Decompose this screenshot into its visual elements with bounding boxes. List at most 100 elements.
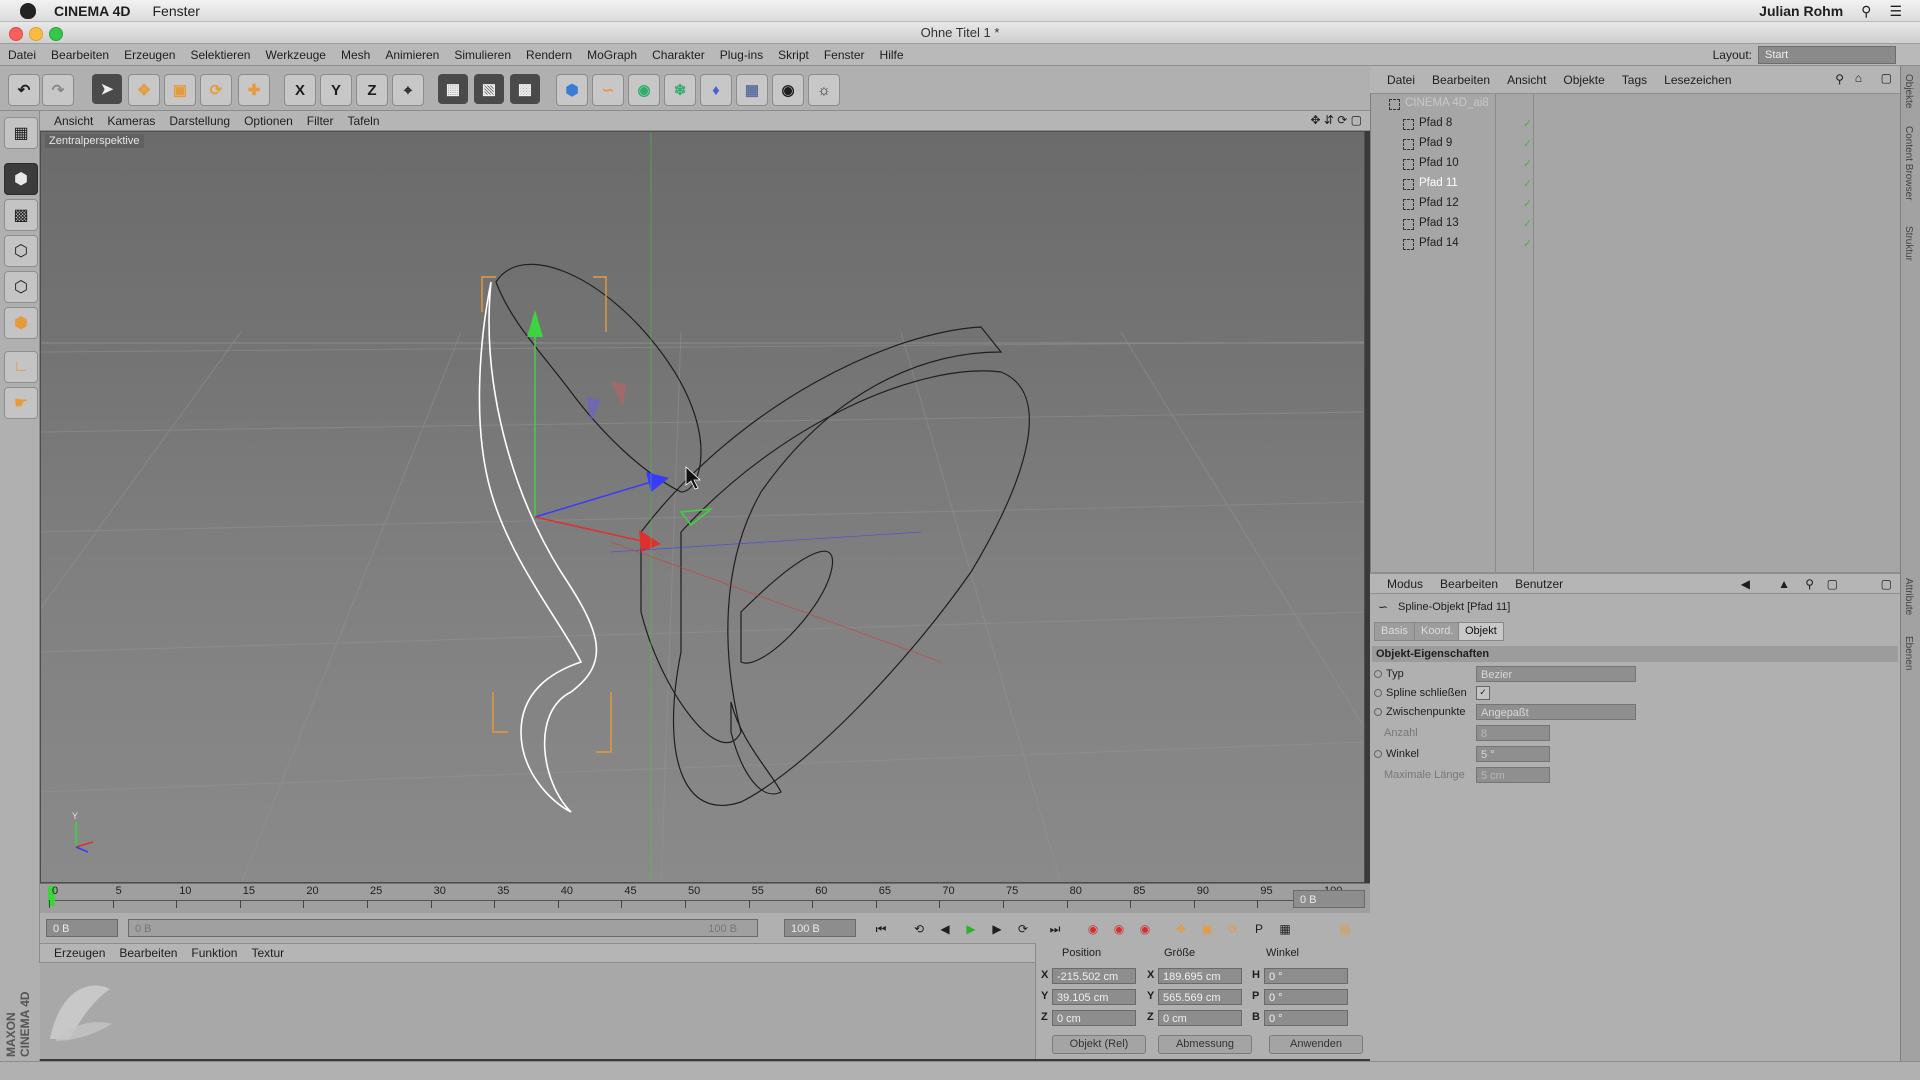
menu-hilfe[interactable]: Hilfe bbox=[880, 48, 904, 62]
viewport-menu-darstellung[interactable]: Darstellung bbox=[169, 114, 230, 128]
enabled-check-icon[interactable]: ✓ bbox=[1523, 117, 1532, 130]
enabled-check-icon[interactable]: ✓ bbox=[1523, 237, 1532, 250]
viewport-menu-ansicht[interactable]: Ansicht bbox=[54, 114, 93, 128]
next-key-button[interactable]: ⟳ bbox=[1012, 919, 1034, 939]
viewport-nav-icons[interactable]: ✥ ⇵ ⟳ ▢ bbox=[1310, 113, 1362, 127]
points-mode-button[interactable]: ⬡ bbox=[4, 235, 38, 267]
enabled-check-icon[interactable]: ✓ bbox=[1523, 177, 1532, 190]
size-y-field[interactable]: 565.569 cm bbox=[1158, 989, 1242, 1005]
spotlight-search-icon[interactable]: ⚲ bbox=[1861, 3, 1871, 20]
rot-b-field[interactable]: 0 ° bbox=[1264, 1010, 1348, 1026]
attr-menu-benutzer[interactable]: Benutzer bbox=[1515, 577, 1563, 591]
pos-z-field[interactable]: 0 cm bbox=[1052, 1010, 1136, 1026]
angle-field[interactable]: 5 ° bbox=[1476, 746, 1550, 762]
cube-object-button[interactable]: ⬢ bbox=[556, 74, 588, 106]
rotate-tool-button[interactable]: ⟳ bbox=[200, 74, 232, 106]
side-tab-struktur[interactable]: Struktur bbox=[1903, 226, 1914, 261]
array-generator-button[interactable]: ❄ bbox=[664, 74, 696, 106]
object-row[interactable]: Pfad 9 ✓ bbox=[1371, 134, 1901, 154]
floor-environment-button[interactable]: ▦ bbox=[736, 74, 768, 106]
viewport-menu-tafeln[interactable]: Tafeln bbox=[347, 114, 379, 128]
obj-menu-ansicht[interactable]: Ansicht bbox=[1507, 73, 1546, 87]
material-menu-funktion[interactable]: Funktion bbox=[191, 946, 237, 960]
undo-button[interactable]: ↶ bbox=[8, 74, 40, 106]
redo-button[interactable]: ↷ bbox=[42, 74, 74, 106]
coordinate-system-button[interactable]: ⌖ bbox=[392, 74, 424, 106]
go-to-end-button[interactable]: ⏭ bbox=[1044, 919, 1066, 939]
tab-objekt[interactable]: Objekt bbox=[1458, 622, 1504, 641]
count-field[interactable]: 8 bbox=[1476, 725, 1550, 741]
spline-pen-button[interactable]: ∽ bbox=[592, 74, 624, 106]
obj-menu-lesezeichen[interactable]: Lesezeichen bbox=[1664, 73, 1731, 87]
range-slider[interactable]: 0 B 100 B bbox=[128, 919, 758, 937]
attr-menu-modus[interactable]: Modus bbox=[1387, 577, 1423, 591]
user-name[interactable]: Julian Rohm bbox=[1759, 3, 1843, 19]
texture-mode-button[interactable]: ▩ bbox=[4, 199, 38, 231]
obj-menu-tags[interactable]: Tags bbox=[1622, 73, 1647, 87]
obj-home-icon[interactable]: ⌂ bbox=[1855, 71, 1862, 85]
pos-x-field[interactable]: -215.502 cm bbox=[1052, 968, 1136, 984]
key-parameter-button[interactable]: P bbox=[1248, 919, 1270, 939]
move-tool-button[interactable]: ✥ bbox=[128, 74, 160, 106]
current-frame-field[interactable]: 0 B bbox=[1293, 890, 1365, 908]
viewport-menu-optionen[interactable]: Optionen bbox=[244, 114, 293, 128]
zoom-window-button[interactable] bbox=[49, 27, 63, 41]
attr-up-arrow-icon[interactable]: ▲ bbox=[1778, 577, 1790, 591]
polygons-mode-button[interactable]: ⬢ bbox=[4, 307, 38, 339]
obj-menu-bearbeiten[interactable]: Bearbeiten bbox=[1432, 73, 1490, 87]
enabled-check-icon[interactable]: ✓ bbox=[1523, 197, 1532, 210]
material-menu-erzeugen[interactable]: Erzeugen bbox=[54, 946, 105, 960]
object-list[interactable]: CINEMA 4D_ai8 Pfad 8 ✓ Pfad 9 ✓ Pfad 10 … bbox=[1370, 94, 1900, 572]
enabled-check-icon[interactable]: ✓ bbox=[1523, 217, 1532, 230]
column-divider[interactable] bbox=[1533, 94, 1534, 572]
key-pla-button[interactable]: ▦ bbox=[1274, 919, 1296, 939]
menu-simulieren[interactable]: Simulieren bbox=[454, 48, 511, 62]
obj-search-icon[interactable]: ⚲ bbox=[1835, 72, 1844, 86]
menu-erzeugen[interactable]: Erzeugen bbox=[124, 48, 175, 62]
object-row[interactable]: Pfad 12 ✓ bbox=[1371, 194, 1901, 214]
model-mode-button[interactable]: ⬢ bbox=[4, 163, 38, 195]
axis-mode-button[interactable]: ∟ bbox=[4, 351, 38, 383]
material-menu-textur[interactable]: Textur bbox=[251, 946, 284, 960]
enabled-check-icon[interactable]: ✓ bbox=[1523, 157, 1532, 170]
close-window-button[interactable] bbox=[9, 27, 23, 41]
menu-datei[interactable]: Datei bbox=[8, 48, 36, 62]
next-frame-button[interactable]: ▶ bbox=[986, 919, 1008, 939]
menu-mograph[interactable]: MoGraph bbox=[587, 48, 637, 62]
intermediate-points-dropdown[interactable]: Angepaßt bbox=[1476, 704, 1636, 720]
menu-rendern[interactable]: Rendern bbox=[526, 48, 572, 62]
menu-charakter[interactable]: Charakter bbox=[652, 48, 705, 62]
rot-h-field[interactable]: 0 ° bbox=[1264, 968, 1348, 984]
menu-plugins[interactable]: Plug-ins bbox=[720, 48, 763, 62]
end-frame-field[interactable]: 100 B bbox=[784, 919, 856, 937]
attr-back-arrow-icon[interactable]: ◀ bbox=[1741, 577, 1750, 591]
size-x-field[interactable]: 189.695 cm bbox=[1158, 968, 1242, 984]
tab-koord[interactable]: Koord. bbox=[1414, 622, 1461, 641]
previous-frame-button[interactable]: ◀ bbox=[934, 919, 956, 939]
viewport-menu-kameras[interactable]: Kameras bbox=[107, 114, 155, 128]
deformer-button[interactable]: ♦ bbox=[700, 74, 732, 106]
camera-button[interactable]: ◉ bbox=[772, 74, 804, 106]
coord-mode-dropdown[interactable]: Objekt (Rel) bbox=[1052, 1035, 1146, 1054]
viewport-menu-filter[interactable]: Filter bbox=[307, 114, 334, 128]
attr-panel-menu-icon[interactable]: ▢ bbox=[1881, 577, 1892, 591]
menu-selektieren[interactable]: Selektieren bbox=[190, 48, 250, 62]
material-menu-bearbeiten[interactable]: Bearbeiten bbox=[119, 946, 177, 960]
play-button[interactable]: ▶ bbox=[960, 919, 982, 939]
start-frame-field[interactable]: 0 B bbox=[46, 919, 118, 937]
max-length-field[interactable]: 5 cm bbox=[1476, 767, 1550, 783]
obj-menu-objekte[interactable]: Objekte bbox=[1563, 73, 1604, 87]
column-divider[interactable] bbox=[1495, 94, 1496, 572]
app-name-menu[interactable]: CINEMA 4D bbox=[54, 3, 131, 19]
layout-dropdown[interactable]: Start bbox=[1758, 46, 1896, 64]
attr-menu-bearbeiten[interactable]: Bearbeiten bbox=[1440, 577, 1498, 591]
enabled-check-icon[interactable]: ✓ bbox=[1523, 137, 1532, 150]
menu-animieren[interactable]: Animieren bbox=[385, 48, 439, 62]
axis-z-lock-button[interactable]: Z bbox=[356, 74, 388, 106]
notification-list-icon[interactable]: ☰ bbox=[1889, 3, 1902, 20]
menu-skript[interactable]: Skript bbox=[778, 48, 809, 62]
size-mode-dropdown[interactable]: Abmessung bbox=[1158, 1035, 1252, 1054]
object-row[interactable]: Pfad 13 ✓ bbox=[1371, 214, 1901, 234]
typ-dropdown[interactable]: Bezier bbox=[1476, 666, 1636, 682]
tab-basis[interactable]: Basis bbox=[1374, 622, 1415, 641]
